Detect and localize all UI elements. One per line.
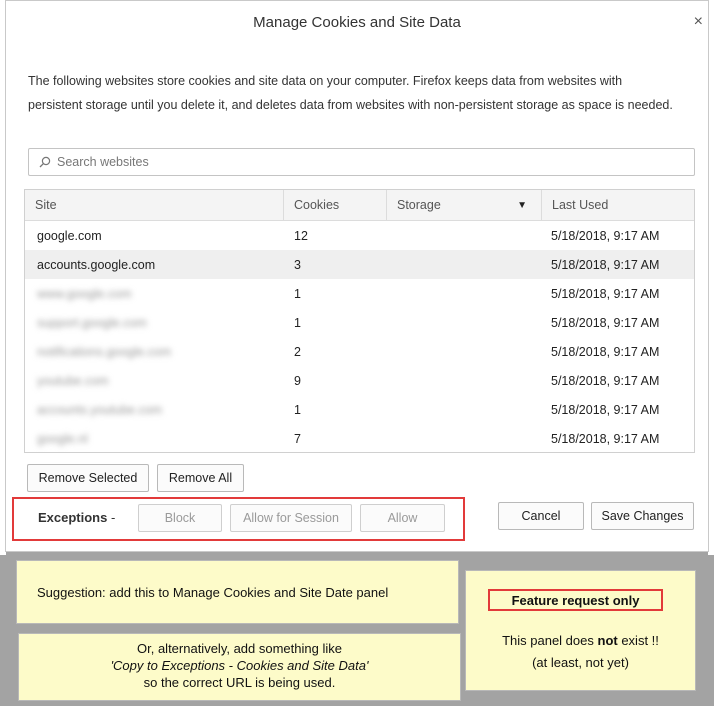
- cell-cookies: 3: [294, 257, 301, 272]
- column-header-last-used[interactable]: Last Used: [542, 190, 694, 220]
- close-icon[interactable]: ×: [694, 13, 703, 31]
- site-data-table: Site Cookies Storage ▼ Last Used google.…: [24, 189, 695, 453]
- cell-last-used: 5/18/2018, 9:17 AM: [551, 286, 660, 301]
- cell-cookies: 12: [294, 228, 308, 243]
- search-placeholder: Search websites: [57, 155, 149, 169]
- cell-cookies: 1: [294, 315, 301, 330]
- cell-cookies: 9: [294, 373, 301, 388]
- alternative-line-2: 'Copy to Exceptions - Cookies and Site D…: [110, 658, 369, 673]
- alternative-line-1: Or, alternatively, add something like: [137, 641, 342, 656]
- cell-site: youtube.com: [37, 373, 109, 388]
- cell-last-used: 5/18/2018, 9:17 AM: [551, 257, 660, 272]
- allow-for-session-button[interactable]: Allow for Session: [230, 504, 352, 532]
- cell-last-used: 5/18/2018, 9:17 AM: [551, 315, 660, 330]
- cell-cookies: 1: [294, 402, 301, 417]
- cell-site: google.com: [37, 228, 102, 243]
- panel-text-pre: This panel does: [502, 633, 598, 648]
- remove-selected-button[interactable]: Remove Selected: [27, 464, 149, 492]
- dialog-title: Manage Cookies and Site Data: [253, 14, 461, 31]
- table-header: Site Cookies Storage ▼ Last Used: [25, 190, 694, 221]
- table-row[interactable]: youtube.com 9 5/18/2018, 9:17 AM: [25, 366, 694, 395]
- cell-cookies: 7: [294, 431, 301, 446]
- feature-request-label: Feature request only: [488, 589, 663, 611]
- table-row[interactable]: accounts.google.com 3 5/18/2018, 9:17 AM: [25, 250, 694, 279]
- remove-all-button[interactable]: Remove All: [157, 464, 244, 492]
- cell-site: support.google.com: [37, 315, 147, 330]
- panel-not-yet-line: (at least, not yet): [532, 655, 629, 670]
- alternative-note: Or, alternatively, add something like 'C…: [18, 633, 461, 701]
- block-button[interactable]: Block: [138, 504, 222, 532]
- suggestion-note: Suggestion: add this to Manage Cookies a…: [16, 560, 459, 624]
- cell-last-used: 5/18/2018, 9:17 AM: [551, 402, 660, 417]
- cell-last-used: 5/18/2018, 9:17 AM: [551, 344, 660, 359]
- dialog-description: The following websites store cookies and…: [28, 74, 673, 112]
- cell-site: google.nl: [37, 431, 88, 446]
- cell-site: accounts.google.com: [37, 257, 156, 272]
- column-header-storage[interactable]: Storage ▼: [387, 190, 542, 220]
- sort-descending-icon: ▼: [517, 199, 527, 211]
- table-row[interactable]: google.nl 7 5/18/2018, 9:17 AM: [25, 424, 694, 452]
- panel-text-post: exist !!: [617, 633, 659, 648]
- table-row[interactable]: google.com 12 5/18/2018, 9:17 AM: [25, 221, 694, 250]
- table-row[interactable]: www.google.com 1 5/18/2018, 9:17 AM: [25, 279, 694, 308]
- allow-button[interactable]: Allow: [360, 504, 445, 532]
- panel-not-exist-line: This panel does not exist !!: [466, 633, 695, 648]
- table-row[interactable]: support.google.com 1 5/18/2018, 9:17 AM: [25, 308, 694, 337]
- table-row[interactable]: notifications.google.com 2 5/18/2018, 9:17…: [25, 337, 694, 366]
- cell-last-used: 5/18/2018, 9:17 AM: [551, 431, 660, 446]
- alternative-line-3: so the correct URL is being used.: [143, 675, 336, 690]
- column-header-storage-label: Storage: [397, 198, 441, 212]
- column-header-cookies[interactable]: Cookies: [284, 190, 387, 220]
- exceptions-dash: -: [107, 510, 116, 525]
- cell-site: notifications.google.com: [37, 344, 172, 359]
- cell-site: accounts.youtube.com: [37, 402, 163, 417]
- feature-request-note: Feature request only This panel does not…: [465, 570, 696, 691]
- cell-cookies: 2: [294, 344, 301, 359]
- exceptions-label-text: Exceptions: [38, 510, 108, 525]
- search-input[interactable]: Search websites: [28, 148, 695, 176]
- cell-cookies: 1: [294, 286, 301, 301]
- save-changes-button[interactable]: Save Changes: [591, 502, 694, 530]
- table-body: google.com 12 5/18/2018, 9:17 AM accounts.g…: [25, 221, 694, 452]
- search-icon: [39, 156, 51, 168]
- cell-last-used: 5/18/2018, 9:17 AM: [551, 373, 660, 388]
- table-row[interactable]: accounts.youtube.com 1 5/18/2018, 9:17 AM: [25, 395, 694, 424]
- cancel-button[interactable]: Cancel: [498, 502, 584, 530]
- cell-site: www.google.com: [37, 286, 132, 301]
- column-header-site[interactable]: Site: [25, 190, 284, 220]
- cell-last-used: 5/18/2018, 9:17 AM: [551, 228, 660, 243]
- panel-text-bold: not: [597, 633, 618, 648]
- exceptions-label: Exceptions -: [38, 510, 115, 525]
